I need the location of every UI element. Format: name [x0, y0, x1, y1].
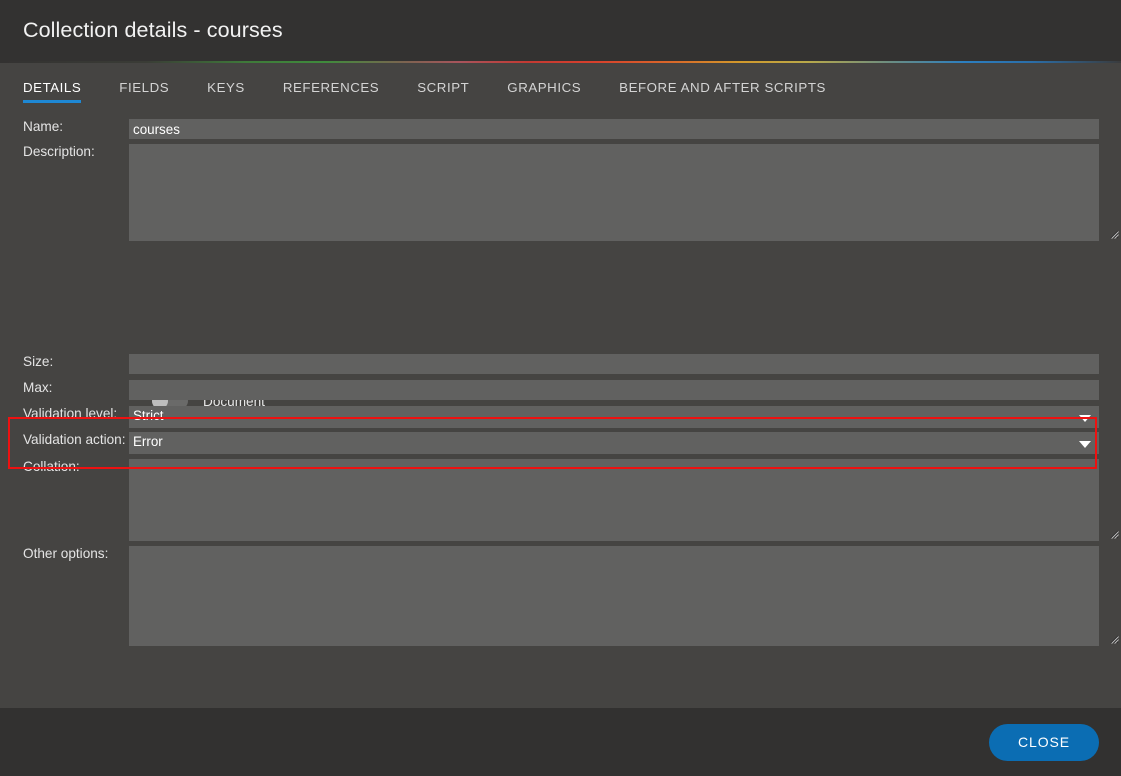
- validation-action-value: Error: [133, 434, 163, 449]
- name-field-area: [129, 119, 1121, 139]
- field-row-max: Max:: [0, 380, 1121, 400]
- dialog-footer: CLOSE: [0, 708, 1121, 776]
- field-row-description: Description:: [0, 144, 1121, 241]
- other-options-label: Other options:: [23, 546, 109, 561]
- name-input[interactable]: [129, 119, 1099, 139]
- tab-before-and-after-scripts-label: BEFORE AND AFTER SCRIPTS: [619, 80, 826, 95]
- field-row-validation-action: Validation action: Error: [0, 432, 1121, 454]
- size-input[interactable]: [129, 354, 1099, 374]
- max-label: Max:: [23, 380, 53, 395]
- description-label: Description:: [23, 144, 95, 159]
- chevron-down-icon[interactable]: [1079, 441, 1091, 448]
- tab-graphics-label: GRAPHICS: [507, 80, 582, 95]
- resize-grip-icon: [1110, 230, 1119, 239]
- field-row-validation-level: Validation level: Strict: [0, 406, 1121, 428]
- collation-textarea[interactable]: [129, 459, 1099, 541]
- chevron-down-icon[interactable]: [1079, 415, 1091, 422]
- field-row-name: Name:: [0, 119, 1121, 139]
- other-options-textarea[interactable]: [129, 546, 1099, 646]
- field-row-other-options: Other options:: [0, 546, 1121, 646]
- size-field-area: [129, 354, 1121, 374]
- tab-references-label: REFERENCES: [282, 80, 380, 95]
- validation-level-field-area: Strict: [129, 406, 1121, 428]
- validation-level-select[interactable]: Strict: [129, 406, 1099, 428]
- tab-script[interactable]: SCRIPT: [417, 61, 469, 107]
- tab-before-and-after-scripts[interactable]: BEFORE AND AFTER SCRIPTS: [619, 61, 826, 107]
- validation-level-label: Validation level:: [23, 406, 118, 421]
- resize-grip-icon: [1110, 635, 1119, 644]
- tab-references[interactable]: REFERENCES: [283, 61, 379, 107]
- details-form: Name: Description: Document Auto index i…: [0, 119, 1121, 646]
- tab-keys-label: KEYS: [207, 80, 245, 95]
- tab-details-label: DETAILS: [23, 80, 82, 95]
- tab-script-label: SCRIPT: [417, 80, 470, 95]
- resize-grip-icon: [1110, 530, 1119, 539]
- validation-level-value: Strict: [133, 408, 164, 423]
- field-row-size: Size:: [0, 354, 1121, 374]
- size-label: Size:: [23, 354, 54, 369]
- window-titlebar: Collection details - courses: [0, 0, 1121, 61]
- validation-action-select[interactable]: Error: [129, 432, 1099, 454]
- validation-action-label: Validation action:: [23, 432, 126, 447]
- other-options-field-area: [129, 546, 1121, 646]
- tab-bar: DETAILS FIELDS KEYS REFERENCES SCRIPT GR…: [0, 61, 1121, 113]
- description-textarea[interactable]: [129, 144, 1099, 241]
- tab-fields-label: FIELDS: [119, 80, 170, 95]
- tab-fields[interactable]: FIELDS: [119, 61, 169, 107]
- field-row-collation: Collation:: [0, 459, 1121, 541]
- page-title: Collection details - courses: [23, 18, 283, 42]
- tab-keys[interactable]: KEYS: [207, 61, 245, 107]
- description-field-area: [129, 144, 1121, 241]
- max-input[interactable]: [129, 380, 1099, 400]
- name-label: Name:: [23, 119, 64, 134]
- close-button[interactable]: CLOSE: [989, 723, 1099, 761]
- collation-field-area: [129, 459, 1121, 541]
- validation-action-field-area: Error: [129, 432, 1121, 454]
- tab-graphics[interactable]: GRAPHICS: [507, 61, 581, 107]
- collation-label: Collation:: [23, 459, 80, 474]
- max-field-area: [129, 380, 1121, 400]
- tab-details[interactable]: DETAILS: [23, 61, 82, 107]
